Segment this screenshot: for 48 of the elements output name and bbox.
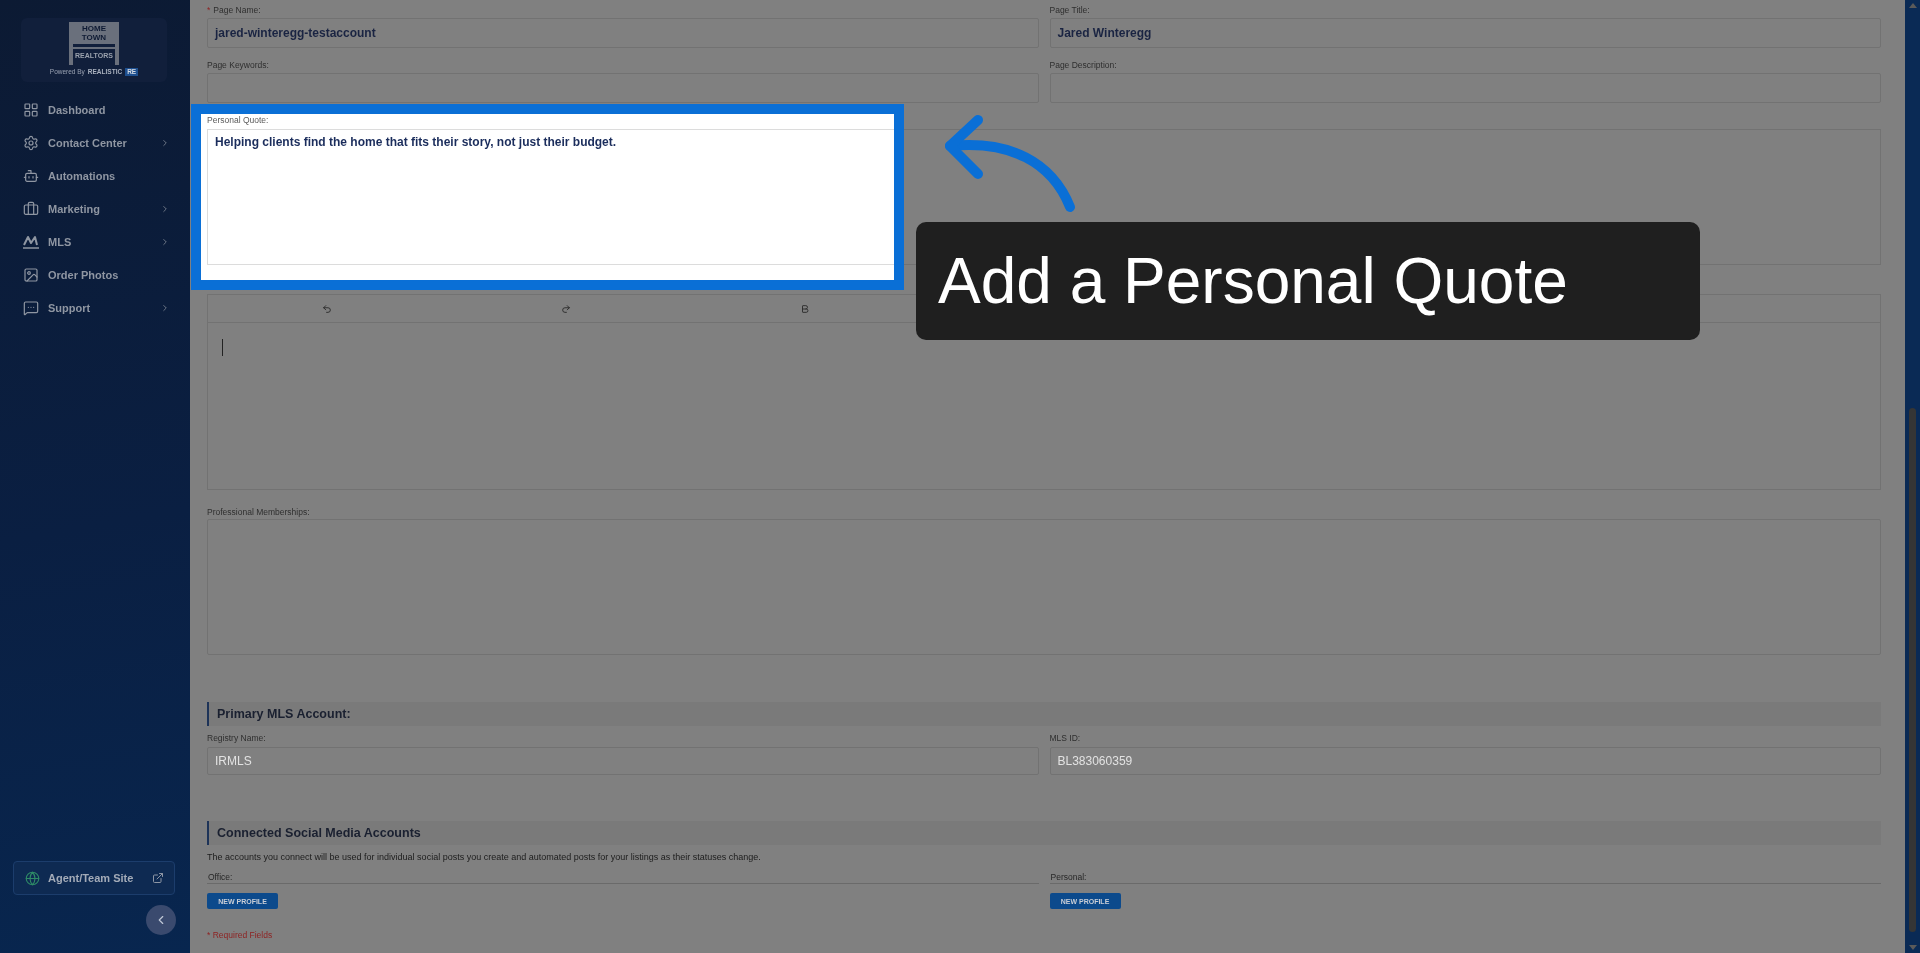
nav-item[interactable]: Automations	[0, 159, 190, 192]
field-label: Professional Memberships:	[207, 506, 310, 518]
section-description: The accounts you connect will be used for individual social posts you create and automated posts for your listings as their statuses change.	[207, 851, 762, 863]
scroll-down-icon[interactable]	[1908, 945, 1917, 950]
scroll-up-icon[interactable]	[1908, 3, 1917, 8]
agent-site-link[interactable]: Agent/Team Site	[13, 861, 175, 895]
text-input[interactable]: jared-winteregg-testaccount	[207, 18, 1039, 48]
tutorial-tooltip: Add a Personal Quote	[916, 222, 1700, 340]
field-label: Page Name:	[213, 4, 261, 16]
scrollbar-track[interactable]	[1905, 0, 1920, 953]
text-input[interactable]: Jared Winteregg	[1049, 18, 1881, 48]
nav-item[interactable]: Contact Center	[0, 126, 190, 159]
nav-item[interactable]: MLS	[0, 225, 190, 258]
required-asterisk: *	[207, 4, 211, 16]
zigzag-icon	[23, 234, 39, 249]
image-icon	[23, 266, 39, 283]
section-heading: Connected Social Media Accounts	[207, 821, 1881, 845]
chat-icon	[23, 299, 39, 316]
external-link-icon	[152, 872, 164, 884]
field-label: Page Title:	[1049, 4, 1090, 16]
nav-item[interactable]: Marketing	[0, 192, 190, 225]
section-heading: Primary MLS Account:	[207, 702, 1881, 726]
text-cursor-icon	[222, 339, 223, 356]
field-label: Page Keywords:	[207, 59, 269, 71]
nav-item[interactable]: Support	[0, 291, 190, 324]
undo-icon[interactable]	[322, 303, 333, 314]
globe-icon	[25, 870, 40, 886]
briefcase-icon	[23, 200, 39, 217]
required-fields-note: * Required Fields	[207, 929, 274, 941]
rich-text-field[interactable]	[207, 323, 1881, 490]
scrollbar-thumb[interactable]	[1909, 408, 1916, 932]
field-label: Page Description:	[1049, 59, 1117, 71]
field-label: Personal Quote:	[207, 114, 269, 126]
field-label: MLS ID:	[1049, 732, 1081, 744]
nav-item[interactable]: Dashboard	[0, 93, 190, 126]
account-label: Office:	[207, 871, 1039, 884]
settings-icon	[23, 134, 39, 151]
logo-title: HOME TOWN	[73, 22, 115, 44]
bold-icon[interactable]	[800, 303, 811, 314]
text-input[interactable]	[207, 73, 1039, 103]
grid-icon	[23, 101, 39, 118]
nav-item[interactable]: Order Photos	[0, 258, 190, 291]
robot-icon	[23, 167, 39, 184]
field-label: Registry Name:	[207, 732, 266, 744]
collapse-sidebar-button[interactable]	[146, 905, 176, 935]
text-area[interactable]: Helping clients find the home that fits their story, not just their budget.	[207, 129, 894, 265]
redo-icon[interactable]	[561, 303, 572, 314]
account-label: Personal:	[1049, 871, 1881, 884]
